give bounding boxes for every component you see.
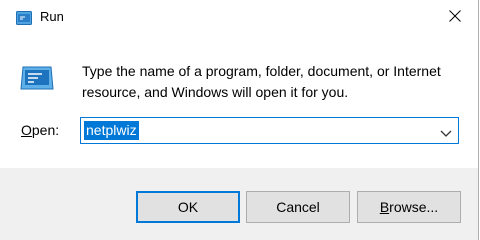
- run-dialog: Run Type the name of a program, folder, …: [0, 0, 479, 240]
- close-icon: [449, 9, 461, 27]
- title-bar[interactable]: Run: [0, 0, 478, 35]
- ok-button[interactable]: OK: [136, 191, 240, 223]
- browse-button-mnemonic: B: [379, 199, 390, 215]
- browse-button-label: rowse...: [389, 199, 439, 215]
- cancel-button-label: Cancel: [276, 199, 320, 215]
- close-button[interactable]: [432, 0, 478, 35]
- window-title: Run: [40, 9, 64, 24]
- open-label-text: pen:: [31, 122, 60, 138]
- cancel-button[interactable]: Cancel: [246, 191, 350, 223]
- chevron-down-icon[interactable]: [440, 126, 452, 137]
- open-input-value[interactable]: netplwiz: [84, 121, 139, 140]
- open-label: Open:: [21, 122, 59, 138]
- ok-button-label: OK: [177, 199, 199, 215]
- run-program-icon: [20, 66, 54, 90]
- run-icon: [16, 11, 32, 25]
- open-combobox[interactable]: netplwiz: [80, 117, 459, 144]
- dialog-description: Type the name of a program, folder, docu…: [82, 63, 441, 100]
- open-label-mnemonic: O: [21, 122, 32, 138]
- browse-button[interactable]: Browse...: [357, 191, 461, 223]
